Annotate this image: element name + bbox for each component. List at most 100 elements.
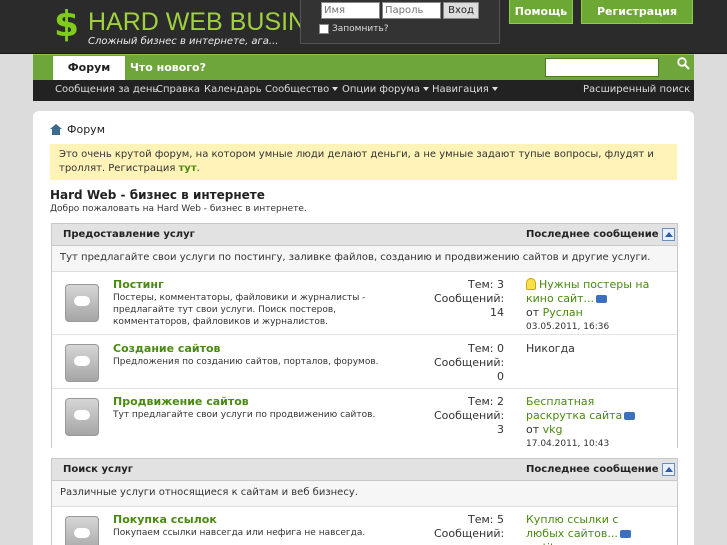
- site-header: $ HARD WEB BUSINESS Сложный бизнес в инт…: [0, 0, 727, 54]
- dropdown-arrow-icon: [332, 87, 339, 91]
- login-button[interactable]: Вход: [443, 2, 479, 19]
- by-label: от: [526, 306, 540, 319]
- forum-link[interactable]: Постинг: [113, 278, 164, 291]
- collapse-icon[interactable]: [662, 228, 675, 241]
- forum-desc: Предложения по созданию сайтов, порталов…: [113, 357, 379, 367]
- by-label: от: [526, 541, 539, 545]
- forum-status-icon: [65, 398, 99, 436]
- remember-me[interactable]: Запомнить?: [319, 24, 389, 34]
- notice-register-link[interactable]: тут: [179, 163, 197, 174]
- post-count: 0: [497, 370, 504, 383]
- tab-whats-new[interactable]: Что нового?: [128, 56, 208, 81]
- remember-checkbox[interactable]: [319, 24, 329, 34]
- forum-status-icon: [65, 284, 99, 322]
- login-form: Вход Запомнить?: [300, 0, 500, 44]
- last-post-title[interactable]: Нужны постеры на кино сайт...: [526, 278, 649, 305]
- posts-label: Сообщений:: [434, 409, 505, 422]
- notice-text: Это очень крутой форум, на котором умные…: [59, 149, 654, 174]
- last-post: Никогда: [526, 342, 575, 355]
- tab-forum[interactable]: Форум: [53, 56, 125, 81]
- category-title[interactable]: Поиск услуг: [63, 464, 133, 475]
- search-icon[interactable]: [674, 57, 692, 77]
- dropdown-arrow-icon: [491, 87, 498, 91]
- home-icon[interactable]: [50, 124, 62, 135]
- forum-link[interactable]: Создание сайтов: [113, 342, 220, 355]
- register-button[interactable]: Регистрация: [581, 0, 693, 24]
- category-description: Тут предлагайте свои услуги по постингу,…: [52, 246, 677, 272]
- forum-row: Продвижение сайтов Тут предлагайте свои …: [52, 390, 677, 451]
- main-navbar: Форум Что нового?: [33, 54, 694, 81]
- forum-stats: Тем: 3 Сообщений: 14: [434, 278, 504, 320]
- dollar-logo-icon: $: [54, 4, 80, 45]
- forum-row: Создание сайтов Предложения по созданию …: [52, 336, 677, 389]
- lightbulb-icon: [526, 278, 536, 290]
- posts-label: Сообщений:: [434, 356, 505, 369]
- notice-banner: Это очень крутой форум, на котором умные…: [50, 144, 677, 180]
- site-logo[interactable]: $ HARD WEB BUSINESS Сложный бизнес в инт…: [54, 4, 356, 48]
- forum-desc: Тут предлагайте свои услуги по продвижен…: [113, 410, 376, 420]
- category-services-wanted: Поиск услуг Последнее сообщение Различны…: [51, 458, 678, 545]
- site-slogan: Сложный бизнес в интернете, ага...: [88, 36, 279, 47]
- forum-stats: Тем: 5 Сообщений:: [434, 513, 504, 541]
- username-input[interactable]: [321, 2, 380, 19]
- thread-count: Тем: 0: [468, 342, 504, 355]
- remember-label: Запомнить?: [332, 24, 389, 34]
- forum-desc: Покупаем ссылки навсегда или нефига не н…: [113, 528, 366, 538]
- subnav-community-label: Сообщество: [265, 84, 330, 95]
- post-count: 14: [490, 306, 504, 319]
- subnav-forum-options[interactable]: Опции форума: [342, 84, 429, 95]
- forum-description: Добро пожаловать на Hard Web - бизнес в …: [50, 204, 307, 214]
- last-post: Куплю ссылки с любых сайтов... от titov: [526, 513, 656, 545]
- thread-count: Тем: 3: [468, 278, 504, 291]
- posts-label: Сообщений:: [434, 527, 505, 540]
- dropdown-arrow-icon: [423, 87, 429, 91]
- last-post-header: Последнее сообщение: [526, 229, 659, 240]
- last-post-title[interactable]: Куплю ссылки с любых сайтов...: [526, 513, 618, 540]
- last-post-user[interactable]: Руслан: [543, 306, 583, 319]
- password-input[interactable]: [382, 2, 441, 19]
- search-input[interactable]: [545, 58, 659, 77]
- forum-status-icon: [65, 344, 99, 382]
- breadcrumb: Форум: [50, 123, 105, 136]
- last-post: Нужны постеры на кино сайт... от Руслан …: [526, 278, 656, 334]
- notice-tail: .: [196, 163, 200, 174]
- category-header: Предоставление услуг Последнее сообщение: [52, 224, 677, 246]
- collapse-icon[interactable]: [662, 463, 675, 476]
- subnav-help[interactable]: Справка: [156, 84, 200, 95]
- last-post-user[interactable]: vkg: [543, 423, 563, 436]
- go-to-post-icon[interactable]: [624, 412, 636, 420]
- forum-row: Постинг Постеры, комментаторы, файловики…: [52, 273, 677, 335]
- subnav-forum-options-label: Опции форума: [342, 84, 420, 95]
- posts-label: Сообщений:: [434, 292, 505, 305]
- last-post-header: Последнее сообщение: [526, 464, 659, 475]
- forum-row: Покупка ссылок Покупаем ссылки навсегда …: [52, 508, 677, 545]
- forum-stats: Тем: 2 Сообщений: 3: [434, 395, 504, 437]
- main-content: Форум Это очень крутой форум, на котором…: [33, 111, 694, 545]
- forum-link[interactable]: Покупка ссылок: [113, 513, 217, 526]
- last-post-title[interactable]: Бесплатная раскрутка сайта: [526, 395, 622, 422]
- subnav-navigation[interactable]: Навигация: [432, 84, 498, 95]
- go-to-post-icon[interactable]: [596, 295, 608, 303]
- subnav-advanced-search[interactable]: Расширенный поиск: [583, 84, 690, 95]
- category-title[interactable]: Предоставление услуг: [63, 229, 195, 240]
- last-post-time: 10:43: [583, 439, 610, 449]
- sub-navbar: Сообщения за день Справка Календарь Сооб…: [33, 80, 694, 101]
- breadcrumb-forum[interactable]: Форум: [67, 123, 105, 136]
- subnav-navigation-label: Навигация: [432, 84, 489, 95]
- thread-count: Тем: 5: [468, 513, 504, 526]
- forum-stats: Тем: 0 Сообщений: 0: [434, 342, 504, 384]
- last-post-user[interactable]: titov: [543, 541, 568, 545]
- forum-link[interactable]: Продвижение сайтов: [113, 395, 249, 408]
- forum-title: Hard Web - бизнес в интернете: [50, 188, 265, 202]
- thread-count: Тем: 2: [468, 395, 504, 408]
- last-post-date: 17.04.2011,: [526, 439, 581, 449]
- by-label: от: [526, 423, 540, 436]
- subnav-community[interactable]: Сообщество: [265, 84, 339, 95]
- subnav-calendar[interactable]: Календарь: [204, 84, 262, 95]
- help-button[interactable]: Помощь: [509, 0, 573, 24]
- last-post: Бесплатная раскрутка сайта от vkg 17.04.…: [526, 395, 656, 451]
- go-to-post-icon[interactable]: [619, 530, 631, 538]
- last-post-date: 03.05.2011,: [526, 322, 581, 332]
- subnav-todays-posts[interactable]: Сообщения за день: [55, 84, 158, 95]
- category-description: Различные услуги относящиеся к сайтам и …: [52, 481, 677, 507]
